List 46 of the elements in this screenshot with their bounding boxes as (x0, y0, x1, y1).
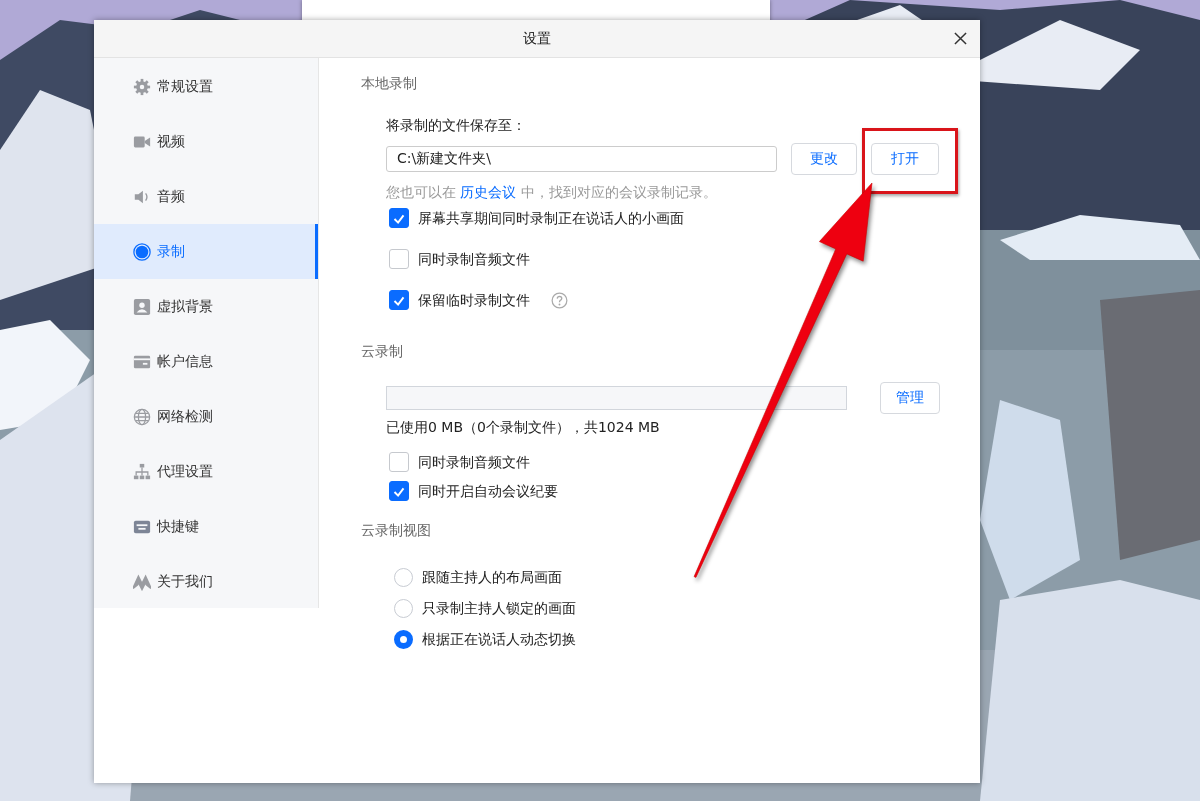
sidebar-item[interactable]: 网络检测 (94, 389, 318, 444)
checkbox[interactable] (389, 481, 409, 501)
sidebar-item[interactable]: 快捷键 (94, 499, 318, 554)
radio-button[interactable] (394, 598, 413, 618)
history-link[interactable]: 历史会议 (460, 184, 517, 200)
path-field[interactable]: C:\新建文件夹\ (386, 146, 777, 172)
checkbox-label: 同时录制音频文件 (418, 250, 530, 269)
checkbox[interactable] (389, 452, 409, 472)
checkbox[interactable] (389, 208, 409, 228)
person-icon (133, 297, 151, 316)
sidebar-item[interactable]: 关于我们 (94, 554, 318, 609)
checkbox[interactable] (389, 249, 409, 269)
help-icon[interactable] (551, 291, 568, 309)
checkbox-label: 同时录制音频文件 (418, 453, 530, 472)
change-button[interactable]: 更改 (791, 143, 857, 175)
network-icon (133, 462, 151, 481)
checkbox-label: 同时开启自动会议纪要 (418, 482, 558, 501)
sidebar-item[interactable]: 代理设置 (94, 444, 318, 499)
usage-text: 已使用0 MB（0个录制文件），共1024 MB (386, 418, 660, 437)
hint-text: 您也可以在 历史会议 中，找到对应的会议录制记录。 (386, 183, 717, 202)
record-icon (133, 242, 151, 261)
window-title: 设置 (523, 29, 551, 48)
globe-icon (133, 407, 151, 426)
sidebar-item[interactable]: 视频 (94, 114, 318, 169)
logo-icon (133, 572, 151, 591)
close-icon[interactable] (954, 32, 967, 45)
radio-button[interactable] (394, 629, 413, 649)
open-button[interactable]: 打开 (871, 143, 939, 175)
checkbox-label: 屏幕共享期间同时录制正在说话人的小画面 (418, 209, 684, 228)
manage-button[interactable]: 管理 (880, 382, 940, 414)
sidebar-item[interactable]: 帐户信息 (94, 334, 318, 389)
section-heading: 本地录制 (361, 74, 417, 93)
gear-icon (133, 77, 151, 96)
sidebar-item[interactable]: 常规设置 (94, 59, 318, 114)
section-heading: 云录制视图 (361, 521, 431, 540)
checkbox[interactable] (389, 290, 409, 310)
sidebar-item[interactable]: 音频 (94, 169, 318, 224)
radio-button[interactable] (394, 567, 413, 587)
section-heading: 云录制 (361, 342, 403, 361)
sidebar-item[interactable]: 虚拟背景 (94, 279, 318, 334)
radio-label: 根据正在说话人动态切换 (422, 630, 576, 649)
sidebar-item[interactable]: 录制 (94, 224, 318, 279)
radio-label: 跟随主持人的布局画面 (422, 568, 562, 587)
radio-label: 只录制主持人锁定的画面 (422, 599, 576, 618)
save-location-label: 将录制的文件保存至： (386, 116, 526, 135)
checkbox-label: 保留临时录制文件 (418, 291, 530, 310)
